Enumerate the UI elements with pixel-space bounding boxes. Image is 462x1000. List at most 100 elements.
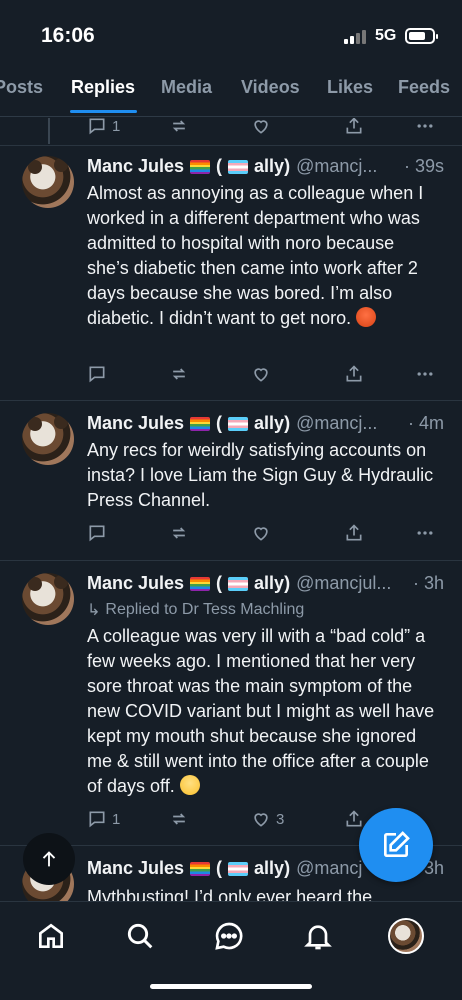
more-icon bbox=[417, 372, 433, 376]
ally-label: ally) bbox=[254, 413, 291, 433]
post-item[interactable]: Manc Jules ( ally) @mancjul... · 3h ↳ Re… bbox=[0, 561, 462, 846]
author-handle[interactable]: @mancj... bbox=[296, 413, 377, 434]
status-bar: 16:06 5G bbox=[0, 0, 462, 60]
like-button[interactable] bbox=[251, 521, 271, 545]
trans-flag-icon bbox=[228, 576, 249, 591]
repost-icon bbox=[172, 813, 186, 825]
avatar[interactable] bbox=[22, 573, 74, 625]
more-icon bbox=[417, 124, 433, 128]
repost-button[interactable] bbox=[169, 118, 189, 138]
replied-to[interactable]: ↳ Replied to Dr Tess Machling bbox=[87, 600, 304, 620]
repost-button[interactable] bbox=[169, 521, 189, 545]
reply-icon bbox=[89, 366, 105, 383]
post-text: Almost as annoying as a colleague when I… bbox=[87, 181, 437, 331]
author-name[interactable]: Manc Jules bbox=[87, 573, 184, 594]
repost-icon bbox=[172, 120, 186, 132]
nav-chat[interactable] bbox=[211, 918, 247, 954]
author-handle[interactable]: @mancj bbox=[296, 858, 362, 879]
post-header: Manc Jules ( ally) @mancjul... bbox=[87, 573, 391, 594]
heart-icon bbox=[254, 813, 268, 827]
post-item[interactable]: Manc Jules ( ally) @mancj... · 39s Almos… bbox=[0, 146, 462, 401]
repost-button[interactable] bbox=[169, 362, 189, 386]
reply-button[interactable] bbox=[87, 362, 107, 386]
author-name[interactable]: Manc Jules bbox=[87, 156, 184, 177]
avatar[interactable] bbox=[22, 156, 74, 208]
reply-button[interactable] bbox=[87, 521, 107, 545]
profile-tabs: Posts Replies Media Videos Likes Feeds bbox=[0, 60, 462, 117]
share-icon bbox=[346, 524, 362, 541]
signal-icon bbox=[344, 30, 366, 44]
post-text: Mythbusting! I’d only ever heard the bbox=[87, 887, 373, 901]
angry-face-icon bbox=[356, 307, 377, 327]
post-text: Any recs for weirdly satisfying accounts… bbox=[87, 440, 434, 510]
tab-media[interactable]: Media bbox=[161, 77, 212, 98]
paren-open: ( bbox=[216, 413, 223, 433]
post-text-content: A colleague was very ill with a “bad col… bbox=[87, 626, 435, 796]
repost-button[interactable] bbox=[169, 807, 189, 831]
status-time: 16:06 bbox=[41, 24, 95, 47]
more-button[interactable] bbox=[415, 521, 435, 545]
post-actions: 1 bbox=[87, 118, 447, 138]
repost-icon bbox=[172, 368, 186, 380]
reply-button[interactable]: 1 bbox=[87, 807, 120, 831]
like-count: 3 bbox=[276, 810, 285, 828]
share-button[interactable] bbox=[344, 807, 364, 831]
reply-count: 1 bbox=[112, 118, 121, 135]
tab-likes[interactable]: Likes bbox=[327, 77, 373, 98]
author-name[interactable]: Manc Jules bbox=[87, 413, 184, 434]
compose-button[interactable] bbox=[359, 808, 433, 882]
paren-open: ( bbox=[216, 573, 223, 593]
post-actions bbox=[87, 362, 447, 386]
active-tab-indicator bbox=[70, 110, 137, 113]
share-button[interactable] bbox=[344, 362, 364, 386]
author-handle[interactable]: @mancj... bbox=[296, 156, 377, 177]
reply-icon bbox=[89, 118, 105, 135]
author-name[interactable]: Manc Jules bbox=[87, 858, 184, 879]
nav-search[interactable] bbox=[122, 918, 158, 954]
rainbow-flag-icon bbox=[190, 159, 211, 174]
bell-icon bbox=[304, 925, 332, 950]
reply-arrow-icon: ↳ bbox=[87, 602, 101, 619]
heart-icon bbox=[254, 120, 268, 134]
tab-feeds[interactable]: Feeds bbox=[398, 77, 450, 98]
post-actions bbox=[87, 521, 447, 545]
nav-profile-avatar[interactable] bbox=[388, 918, 424, 954]
paren-open: ( bbox=[216, 858, 223, 878]
share-button[interactable] bbox=[344, 521, 364, 545]
like-button[interactable] bbox=[251, 118, 271, 138]
more-icon bbox=[417, 531, 433, 535]
share-icon bbox=[346, 365, 362, 382]
avatar[interactable] bbox=[22, 413, 74, 465]
share-icon bbox=[346, 118, 362, 134]
post-header: Manc Jules ( ally) @mancj... bbox=[87, 413, 377, 434]
search-icon bbox=[127, 923, 153, 949]
more-button[interactable] bbox=[415, 362, 435, 386]
post-item[interactable]: Manc Jules ( ally) @mancj... · 4m Any re… bbox=[0, 401, 462, 561]
ally-label: ally) bbox=[254, 573, 291, 593]
like-button[interactable]: 3 bbox=[251, 807, 284, 831]
tab-videos[interactable]: Videos bbox=[241, 77, 300, 98]
scroll-to-top-button[interactable] bbox=[23, 833, 75, 885]
reply-count: 1 bbox=[112, 810, 121, 828]
post-header: Manc Jules ( ally) @mancj bbox=[87, 858, 362, 879]
network-label: 5G bbox=[375, 27, 397, 44]
nav-home[interactable] bbox=[33, 918, 69, 954]
heart-icon bbox=[254, 527, 268, 541]
tab-posts[interactable]: Posts bbox=[0, 77, 43, 98]
more-button[interactable] bbox=[415, 118, 435, 138]
author-handle[interactable]: @mancjul... bbox=[296, 573, 391, 594]
eye-roll-face-icon bbox=[179, 775, 200, 795]
ally-label: ally) bbox=[254, 156, 291, 176]
rainbow-flag-icon bbox=[190, 861, 211, 876]
trans-flag-icon bbox=[228, 416, 249, 431]
reply-icon bbox=[89, 811, 105, 828]
share-button[interactable] bbox=[344, 118, 364, 138]
like-button[interactable] bbox=[251, 362, 271, 386]
paren-open: ( bbox=[216, 156, 223, 176]
heart-icon bbox=[254, 368, 268, 382]
reply-button[interactable]: 1 bbox=[87, 118, 120, 138]
home-indicator bbox=[150, 984, 312, 989]
reply-icon bbox=[89, 525, 105, 542]
nav-notifications[interactable] bbox=[300, 918, 336, 954]
tab-replies[interactable]: Replies bbox=[71, 77, 135, 98]
